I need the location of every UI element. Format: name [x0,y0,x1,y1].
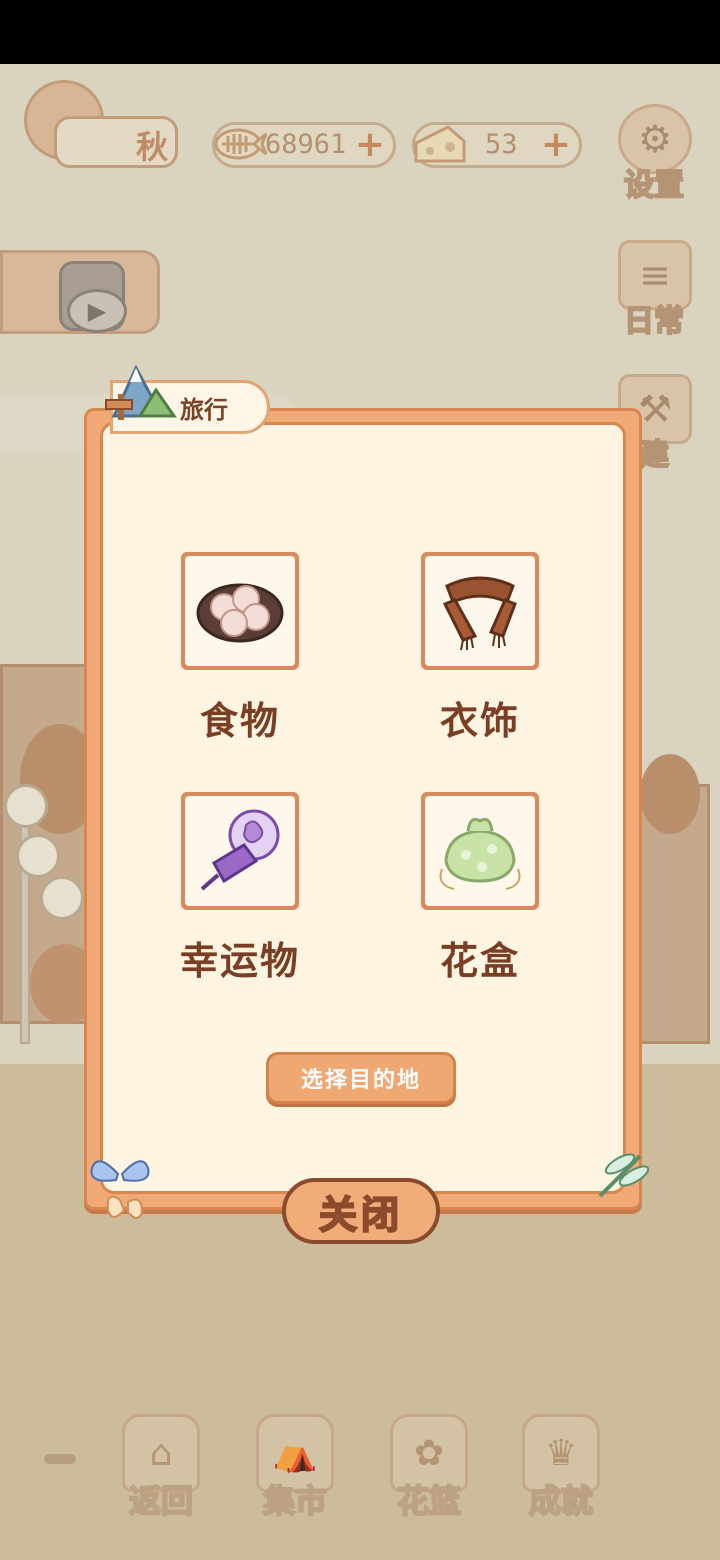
add-fish-button[interactable]: + [355,127,385,163]
status-bar [0,0,720,64]
scene-lamp-ball [16,834,60,878]
mountain-signpost-icon [105,364,177,420]
flower-bundle-icon [439,817,521,890]
butterfly-icon [90,1160,150,1219]
category-clothing[interactable]: 衣饰 [380,552,580,745]
nav-market-button[interactable]: ⛺ 集市 [252,1414,338,1524]
choose-destination-button[interactable]: 选择目的地 [266,1052,456,1104]
season-label: 秋 [136,128,169,166]
nav-achievements-button[interactable]: ♛ 成就 [518,1414,604,1524]
add-cheese-button[interactable]: + [541,127,571,163]
category-flower-box-label: 花盒 [439,939,520,983]
category-lucky-charm[interactable]: 幸运物 [140,792,340,985]
cheese-icon [405,111,475,181]
nav-basket-label: 花篮 [396,1481,462,1521]
menu-toggle-icon[interactable] [44,1454,76,1464]
food-plate-icon [196,583,284,643]
nav-market-label: 集市 [262,1481,328,1521]
daily-label: 日常 [623,303,685,340]
nav-back-label: 返回 [128,1481,194,1521]
nav-achievements-label: 成就 [528,1481,594,1521]
close-button[interactable]: 关闭 [282,1178,440,1244]
scene-lamp-ball [4,784,48,828]
play-icon: ▶ [67,289,127,333]
close-button-label: 关闭 [318,1192,403,1238]
fan-charm-icon [200,809,280,891]
daily-button[interactable]: ≡ 日常 [614,240,694,340]
dragonfly-icon [598,1153,650,1198]
season-badge[interactable]: 秋 [24,80,180,170]
category-lucky-charm-label: 幸运物 [179,939,300,983]
modal-title: 旅行 [180,396,228,424]
scene-lamp-ball [40,876,84,920]
cheese-currency: 53 + [412,122,582,168]
category-food[interactable]: 食物 [140,552,340,745]
category-flower-box[interactable]: 花盒 [380,792,580,985]
settings-button[interactable]: ⚙ 设置 [614,104,694,204]
category-clothing-label: 衣饰 [439,699,520,743]
nav-basket-button[interactable]: ✿ 花篮 [386,1414,472,1524]
cheese-count: 53 [485,129,518,160]
category-food-label: 食物 [199,699,280,743]
settings-label: 设置 [623,167,685,204]
bottom-nav: ⌂ 返回 ⛺ 集市 ✿ 花篮 ♛ 成就 [0,1404,720,1534]
scarf-icon [442,576,517,651]
nav-back-button[interactable]: ⌂ 返回 [118,1414,204,1524]
fish-currency: 68961 + [212,122,396,168]
scene-tree [640,754,700,834]
video-backpack-button[interactable]: ▶ [0,250,160,334]
fish-count: 68961 [265,129,347,160]
